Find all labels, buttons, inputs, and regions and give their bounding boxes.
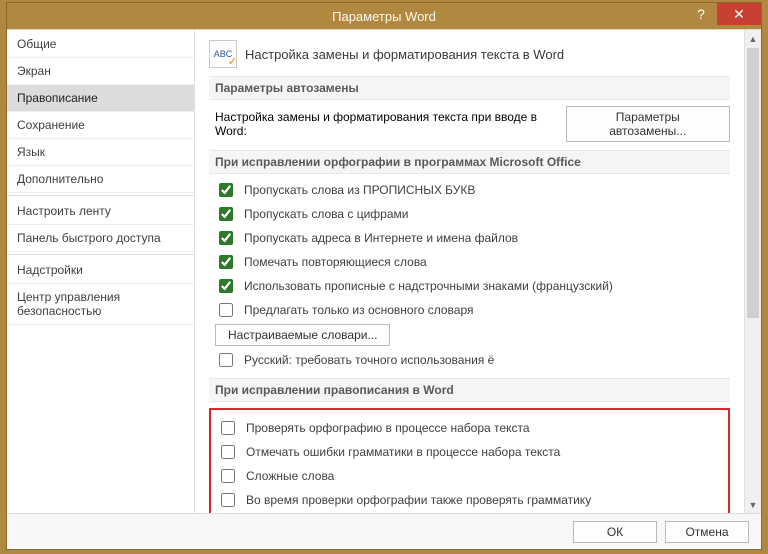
cb-complex-words[interactable] — [221, 469, 235, 483]
category-sidebar: Общие Экран Правописание Сохранение Язык… — [7, 30, 195, 513]
page-heading: Настройка замены и форматирования текста… — [245, 47, 564, 62]
cb-ignore-uppercase[interactable] — [219, 183, 233, 197]
options-dialog: Параметры Word ? ✕ Общие Экран Правописа… — [6, 2, 762, 550]
cb-russian-yo[interactable] — [219, 353, 233, 367]
sidebar-item-advanced[interactable]: Дополнительно — [7, 166, 194, 193]
close-button[interactable]: ✕ — [717, 3, 761, 25]
cb-french-uppercase[interactable] — [219, 279, 233, 293]
sidebar-item-general[interactable]: Общие — [7, 31, 194, 58]
sidebar-item-proofing[interactable]: Правописание — [7, 85, 194, 112]
ok-button[interactable]: ОК — [573, 521, 657, 543]
scroll-down-arrow[interactable]: ▼ — [745, 496, 761, 513]
cb-main-dict-only[interactable] — [219, 303, 233, 317]
sidebar-item-language[interactable]: Язык — [7, 139, 194, 166]
cb-ignore-urls[interactable] — [219, 231, 233, 245]
section-autocorrect-title: Параметры автозамены — [209, 76, 730, 100]
cb-ignore-digits[interactable] — [219, 207, 233, 221]
section-office-spell-title: При исправлении орфографии в программах … — [209, 150, 730, 174]
dialog-footer: ОК Отмена — [7, 513, 761, 549]
sidebar-item-addins[interactable]: Надстройки — [7, 257, 194, 284]
vertical-scrollbar[interactable]: ▲ ▼ — [744, 30, 761, 513]
sidebar-item-customize-ribbon[interactable]: Настроить ленту — [7, 198, 194, 225]
scroll-thumb[interactable] — [747, 48, 759, 318]
cb-check-spelling-typing[interactable] — [221, 421, 235, 435]
cb-flag-repeated[interactable] — [219, 255, 233, 269]
cb-check-grammar-with-spell[interactable] — [221, 493, 235, 507]
help-button[interactable]: ? — [685, 3, 717, 25]
sidebar-item-save[interactable]: Сохранение — [7, 112, 194, 139]
sidebar-item-display[interactable]: Экран — [7, 58, 194, 85]
proofing-icon: ABC — [209, 40, 237, 68]
sidebar-item-quick-access[interactable]: Панель быстрого доступа — [7, 225, 194, 252]
cancel-button[interactable]: Отмена — [665, 521, 749, 543]
window-title: Параметры Word — [332, 9, 436, 24]
titlebar: Параметры Word ? ✕ — [7, 3, 761, 29]
cb-mark-grammar-typing[interactable] — [221, 445, 235, 459]
main-panel: ABC Настройка замены и форматирования те… — [195, 30, 761, 513]
sidebar-item-trust-center[interactable]: Центр управления безопасностью — [7, 284, 194, 325]
section-word-spell-title: При исправлении правописания в Word — [209, 378, 730, 402]
autocorrect-options-button[interactable]: Параметры автозамены... — [566, 106, 730, 142]
custom-dictionaries-button[interactable]: Настраиваемые словари... — [215, 324, 390, 346]
scroll-up-arrow[interactable]: ▲ — [745, 30, 761, 47]
highlighted-group: Проверять орфографию в процессе набора т… — [209, 408, 730, 513]
autocorrect-text: Настройка замены и форматирования текста… — [215, 110, 558, 138]
